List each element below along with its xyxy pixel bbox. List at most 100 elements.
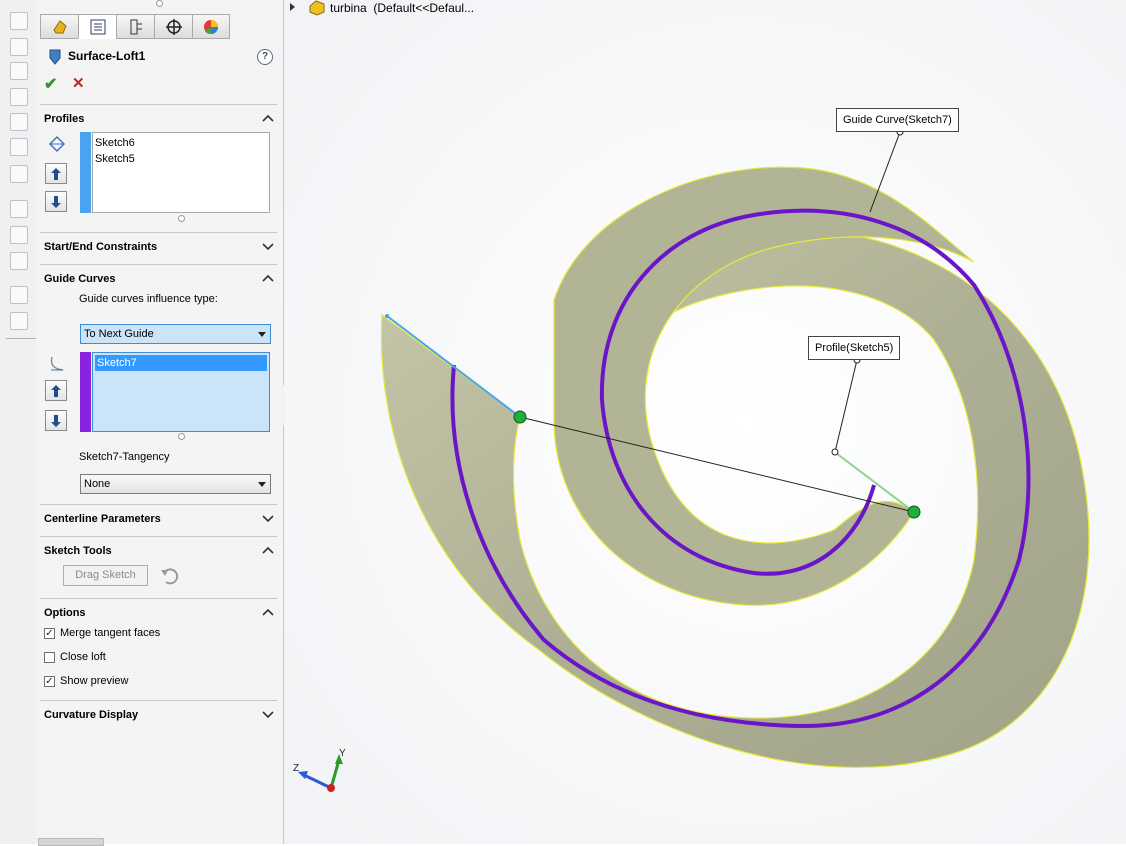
- tab-dimxpert-manager[interactable]: [154, 14, 192, 39]
- start-end-constraints-header[interactable]: Start/End Constraints: [44, 241, 157, 253]
- guide-move-up-button[interactable]: [45, 380, 67, 401]
- move-down-button[interactable]: [45, 191, 67, 212]
- ok-button[interactable]: ✔: [44, 74, 57, 94]
- toolbar-icon-3[interactable]: [10, 62, 28, 80]
- toolbar-icon-4[interactable]: [10, 88, 28, 106]
- close-loft-checkbox[interactable]: [44, 652, 55, 663]
- strip-divider: [6, 338, 36, 339]
- toolbar-icon-8[interactable]: [10, 200, 28, 218]
- feature-tree-title[interactable]: turbina (Default<<Defaul...: [330, 1, 474, 15]
- tab-configuration-manager[interactable]: [116, 14, 154, 39]
- list-item[interactable]: Sketch5: [93, 151, 269, 167]
- profile-callout[interactable]: Profile(Sketch5): [808, 336, 901, 360]
- tangency-value: None: [84, 478, 111, 490]
- arrow-up-icon: [51, 167, 61, 180]
- list-item[interactable]: Sketch7: [95, 355, 267, 371]
- tangency-select[interactable]: None: [80, 474, 271, 494]
- close-loft-label: Close loft: [60, 651, 106, 663]
- curvature-display-header[interactable]: Curvature Display: [44, 709, 138, 721]
- bottom-tab[interactable]: [38, 838, 104, 846]
- chevron-up-icon[interactable]: [262, 607, 274, 617]
- axis-z-label: Z: [293, 763, 299, 774]
- undo-icon[interactable]: [160, 567, 180, 585]
- profile-color-bar: [80, 132, 91, 213]
- toolbar-icon-2[interactable]: [10, 38, 28, 56]
- influence-type-label: Guide curves influence type:: [79, 293, 218, 305]
- tangency-label: Sketch7-Tangency: [79, 451, 170, 463]
- merge-tangent-faces-checkbox[interactable]: ✓: [44, 628, 55, 639]
- guide-color-bar: [80, 352, 91, 432]
- chevron-down-icon[interactable]: [262, 241, 274, 251]
- graphics-viewport[interactable]: Y Z: [284, 0, 1126, 844]
- guide-curve-callout[interactable]: Guide Curve(Sketch7): [836, 108, 959, 132]
- divider: [40, 232, 277, 233]
- toolbar-icon-7[interactable]: [10, 165, 28, 183]
- arrow-down-icon: [51, 414, 61, 427]
- toolbar-icon-1[interactable]: [10, 12, 28, 30]
- options-header[interactable]: Options: [44, 607, 86, 619]
- chevron-down-icon: [258, 482, 266, 487]
- guide-curve-selection-icon: [50, 356, 64, 371]
- guide-curves-listbox[interactable]: Sketch7: [92, 352, 270, 432]
- show-preview-label: Show preview: [60, 675, 129, 687]
- property-manager-icon: [90, 19, 105, 34]
- divider: [40, 536, 277, 537]
- merge-tangent-faces-label: Merge tangent faces: [60, 627, 161, 639]
- part-icon: [309, 0, 325, 16]
- toolbar-icon-5[interactable]: [10, 113, 28, 131]
- tree-expand-icon[interactable]: [288, 2, 298, 12]
- left-toolbar-strip: [0, 0, 37, 844]
- drag-sketch-button[interactable]: Drag Sketch: [63, 565, 148, 586]
- influence-type-value: To Next Guide: [84, 328, 154, 340]
- toolbar-icon-9[interactable]: [10, 226, 28, 244]
- feature-manager-icon: [52, 19, 67, 33]
- axis-y-label: Y: [339, 748, 346, 759]
- display-manager-icon: [204, 19, 218, 34]
- profiles-listbox[interactable]: Sketch6 Sketch5: [92, 132, 270, 213]
- chevron-down-icon[interactable]: [262, 709, 274, 719]
- toolbar-icon-12[interactable]: [10, 312, 28, 330]
- toolbar-icon-6[interactable]: [10, 138, 28, 156]
- sketch-tools-header[interactable]: Sketch Tools: [44, 545, 112, 557]
- resize-grip[interactable]: [178, 433, 185, 440]
- connector-handle[interactable]: [513, 410, 527, 424]
- chevron-down-icon[interactable]: [262, 513, 274, 523]
- profiles-section-header[interactable]: Profiles: [44, 113, 84, 125]
- feature-title: Surface-Loft1: [68, 49, 146, 63]
- tab-property-manager[interactable]: [78, 14, 116, 39]
- model-view[interactable]: Y Z: [284, 0, 1126, 844]
- panel-top-grip[interactable]: [156, 0, 163, 7]
- dimxpert-manager-icon: [165, 18, 182, 35]
- guide-move-down-button[interactable]: [45, 410, 67, 431]
- property-manager-panel: Surface-Loft1 ? ✔ ✕ Profiles Sketch6 Ske…: [36, 0, 284, 844]
- chevron-up-icon[interactable]: [262, 113, 274, 123]
- tab-display-manager[interactable]: [192, 14, 230, 39]
- list-item[interactable]: Sketch6: [93, 135, 269, 151]
- resize-grip[interactable]: [178, 215, 185, 222]
- divider: [40, 104, 277, 105]
- divider: [40, 598, 277, 599]
- toolbar-icon-10[interactable]: [10, 252, 28, 270]
- tab-feature-manager[interactable]: [40, 14, 78, 39]
- influence-type-select[interactable]: To Next Guide: [80, 324, 271, 344]
- help-button[interactable]: ?: [257, 49, 273, 65]
- connector-handle[interactable]: [907, 505, 921, 519]
- profile-selection-icon: [49, 136, 65, 152]
- arrow-down-icon: [51, 195, 61, 208]
- move-up-button[interactable]: [45, 163, 67, 184]
- chevron-up-icon[interactable]: [262, 273, 274, 283]
- divider: [40, 264, 277, 265]
- manager-tabs: [40, 14, 237, 40]
- show-preview-checkbox[interactable]: ✓: [44, 676, 55, 687]
- divider: [40, 504, 277, 505]
- surface-loft-icon: [49, 49, 61, 65]
- cancel-button[interactable]: ✕: [72, 74, 85, 92]
- centerline-parameters-header[interactable]: Centerline Parameters: [44, 513, 161, 525]
- guide-curves-header[interactable]: Guide Curves: [44, 273, 116, 285]
- configuration-manager-icon: [130, 19, 142, 34]
- chevron-down-icon: [258, 332, 266, 337]
- arrow-up-icon: [51, 384, 61, 397]
- divider: [40, 700, 277, 701]
- toolbar-icon-11[interactable]: [10, 286, 28, 304]
- chevron-up-icon[interactable]: [262, 545, 274, 555]
